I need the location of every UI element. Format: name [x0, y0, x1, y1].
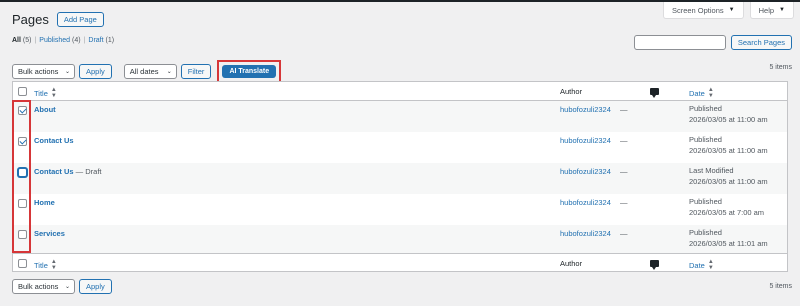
date-column-sort[interactable]: Date ▲ ▼: [689, 259, 714, 271]
title-column-sort[interactable]: Title ▲ ▼: [34, 87, 57, 99]
row-comments: —: [620, 136, 628, 145]
search-pages-button[interactable]: Search Pages: [730, 35, 792, 50]
sort-icon: ▲ ▼: [707, 259, 714, 271]
table-row: Contact Us — Draft hubofozuli2324 — Last…: [13, 163, 787, 194]
row-author-link[interactable]: hubofozuli2324: [560, 136, 611, 145]
comment-icon: [650, 88, 659, 98]
caret-down-icon: ▼: [779, 7, 785, 13]
checkbox-column-highlight: [12, 100, 31, 253]
sort-icon: ▲ ▼: [50, 259, 57, 271]
apply-button[interactable]: Apply: [79, 64, 112, 79]
comment-icon: [650, 260, 659, 270]
tablenav-top: Bulk actions ⌄ Apply All dates ⌄ Filter …: [12, 60, 282, 83]
view-draft[interactable]: Draft (1): [88, 37, 114, 44]
row-date: Published 2026/03/05 at 11:00 am: [689, 103, 768, 125]
ai-translate-button[interactable]: AI Translate: [222, 65, 277, 78]
row-title-link[interactable]: Home: [34, 198, 55, 207]
row-title-link[interactable]: Services: [34, 229, 65, 238]
row-date-value: 2026/03/05 at 11:00 am: [689, 177, 768, 186]
author-column-label: Author: [560, 259, 583, 268]
row-author-link[interactable]: hubofozuli2324: [560, 198, 611, 207]
row-status: Last Modified: [689, 166, 734, 175]
date-column-sort[interactable]: Date ▲ ▼: [689, 87, 714, 99]
dates-select[interactable]: All dates ⌄: [123, 64, 177, 79]
row-comments: —: [620, 198, 628, 207]
title-column-sort[interactable]: Title ▲ ▼: [34, 259, 57, 271]
page-title: Pages: [12, 12, 49, 27]
apply-button[interactable]: Apply: [79, 279, 112, 294]
title-column-label: Title: [34, 88, 48, 98]
row-comments: —: [620, 105, 628, 114]
row-author-link[interactable]: hubofozuli2324: [560, 167, 611, 176]
bulk-actions-value: Bulk actions: [18, 282, 59, 291]
view-separator: |: [34, 37, 37, 44]
row-date-value: 2026/03/05 at 11:00 am: [689, 115, 768, 124]
row-date: Published 2026/03/05 at 11:00 am: [689, 134, 768, 156]
select-all-checkbox[interactable]: [18, 87, 27, 96]
view-all[interactable]: All (5): [12, 37, 31, 44]
items-count-top: 5 items: [769, 64, 792, 71]
row-author-link[interactable]: hubofozuli2324: [560, 229, 611, 238]
tablenav-bottom: Bulk actions ⌄ Apply: [12, 279, 112, 294]
bulk-actions-select[interactable]: Bulk actions ⌄: [12, 279, 75, 294]
chevron-down-icon: ⌄: [64, 284, 70, 290]
table-row: Services hubofozuli2324 — Published 2026…: [13, 225, 787, 253]
items-count-bottom: 5 items: [769, 283, 792, 290]
row-status: Published: [689, 104, 722, 113]
caret-down-icon: ▼: [728, 7, 735, 13]
sort-icon: ▲ ▼: [50, 87, 57, 99]
row-status: Published: [689, 135, 722, 144]
add-page-button[interactable]: Add Page: [56, 12, 104, 27]
date-column-label: Date: [689, 88, 705, 98]
table-row: Contact Us hubofozuli2324 — Published 20…: [13, 132, 787, 163]
bulk-actions-select[interactable]: Bulk actions ⌄: [12, 64, 75, 79]
help-label: Help: [758, 5, 775, 15]
row-title-link[interactable]: Contact Us: [34, 136, 74, 145]
screen-options-button[interactable]: Screen Options ▼: [662, 2, 744, 19]
chevron-down-icon: ⌄: [166, 69, 172, 75]
filter-button[interactable]: Filter: [180, 64, 212, 79]
page-heading: Pages Add Page: [12, 12, 104, 27]
view-separator: |: [83, 37, 86, 44]
select-all-checkbox[interactable]: [18, 259, 27, 268]
author-column-label: Author: [560, 87, 583, 96]
row-comments: —: [620, 167, 628, 176]
row-comments: —: [620, 229, 628, 238]
search-box: Search Pages: [633, 35, 792, 50]
screen-meta-links: Screen Options ▼ Help ▼: [662, 2, 794, 19]
row-title-link[interactable]: About: [34, 105, 56, 114]
table-row: About hubofozuli2324 — Published 2026/03…: [13, 101, 787, 132]
sort-icon: ▲ ▼: [707, 87, 714, 99]
row-date: Published 2026/03/05 at 7:00 am: [689, 196, 764, 218]
pages-table: Title ▲ ▼ Author Date ▲ ▼ About hubofozuli…: [12, 81, 788, 272]
help-button[interactable]: Help ▼: [749, 2, 794, 19]
row-status: Published: [689, 197, 722, 206]
bulk-actions-value: Bulk actions: [18, 67, 59, 76]
screen-options-label: Screen Options: [671, 5, 724, 15]
view-published[interactable]: Published (4): [39, 37, 80, 44]
row-status: Published: [689, 228, 722, 237]
row-author-link[interactable]: hubofozuli2324: [560, 105, 611, 114]
table-row: Home hubofozuli2324 — Published 2026/03/…: [13, 194, 787, 225]
search-input[interactable]: [633, 35, 726, 50]
table-header-row: Title ▲ ▼ Author Date ▲ ▼: [13, 82, 787, 101]
date-column-label: Date: [689, 260, 705, 270]
row-date-value: 2026/03/05 at 11:00 am: [689, 146, 768, 155]
chevron-down-icon: ⌄: [64, 69, 70, 75]
ai-translate-highlight: AI Translate: [217, 60, 282, 83]
row-date: Published 2026/03/05 at 11:01 am: [689, 227, 768, 249]
row-date-value: 2026/03/05 at 7:00 am: [689, 208, 765, 217]
row-date: Last Modified 2026/03/05 at 11:00 am: [689, 165, 768, 187]
status-views: All (5) | Published (4) | Draft (1): [12, 37, 114, 44]
row-title-link[interactable]: Contact Us — Draft: [34, 167, 102, 176]
dates-value: All dates: [129, 67, 159, 76]
row-date-value: 2026/03/05 at 11:01 am: [689, 239, 768, 248]
title-column-label: Title: [34, 260, 48, 270]
table-footer-row: Title ▲ ▼ Author Date ▲ ▼: [13, 253, 787, 272]
